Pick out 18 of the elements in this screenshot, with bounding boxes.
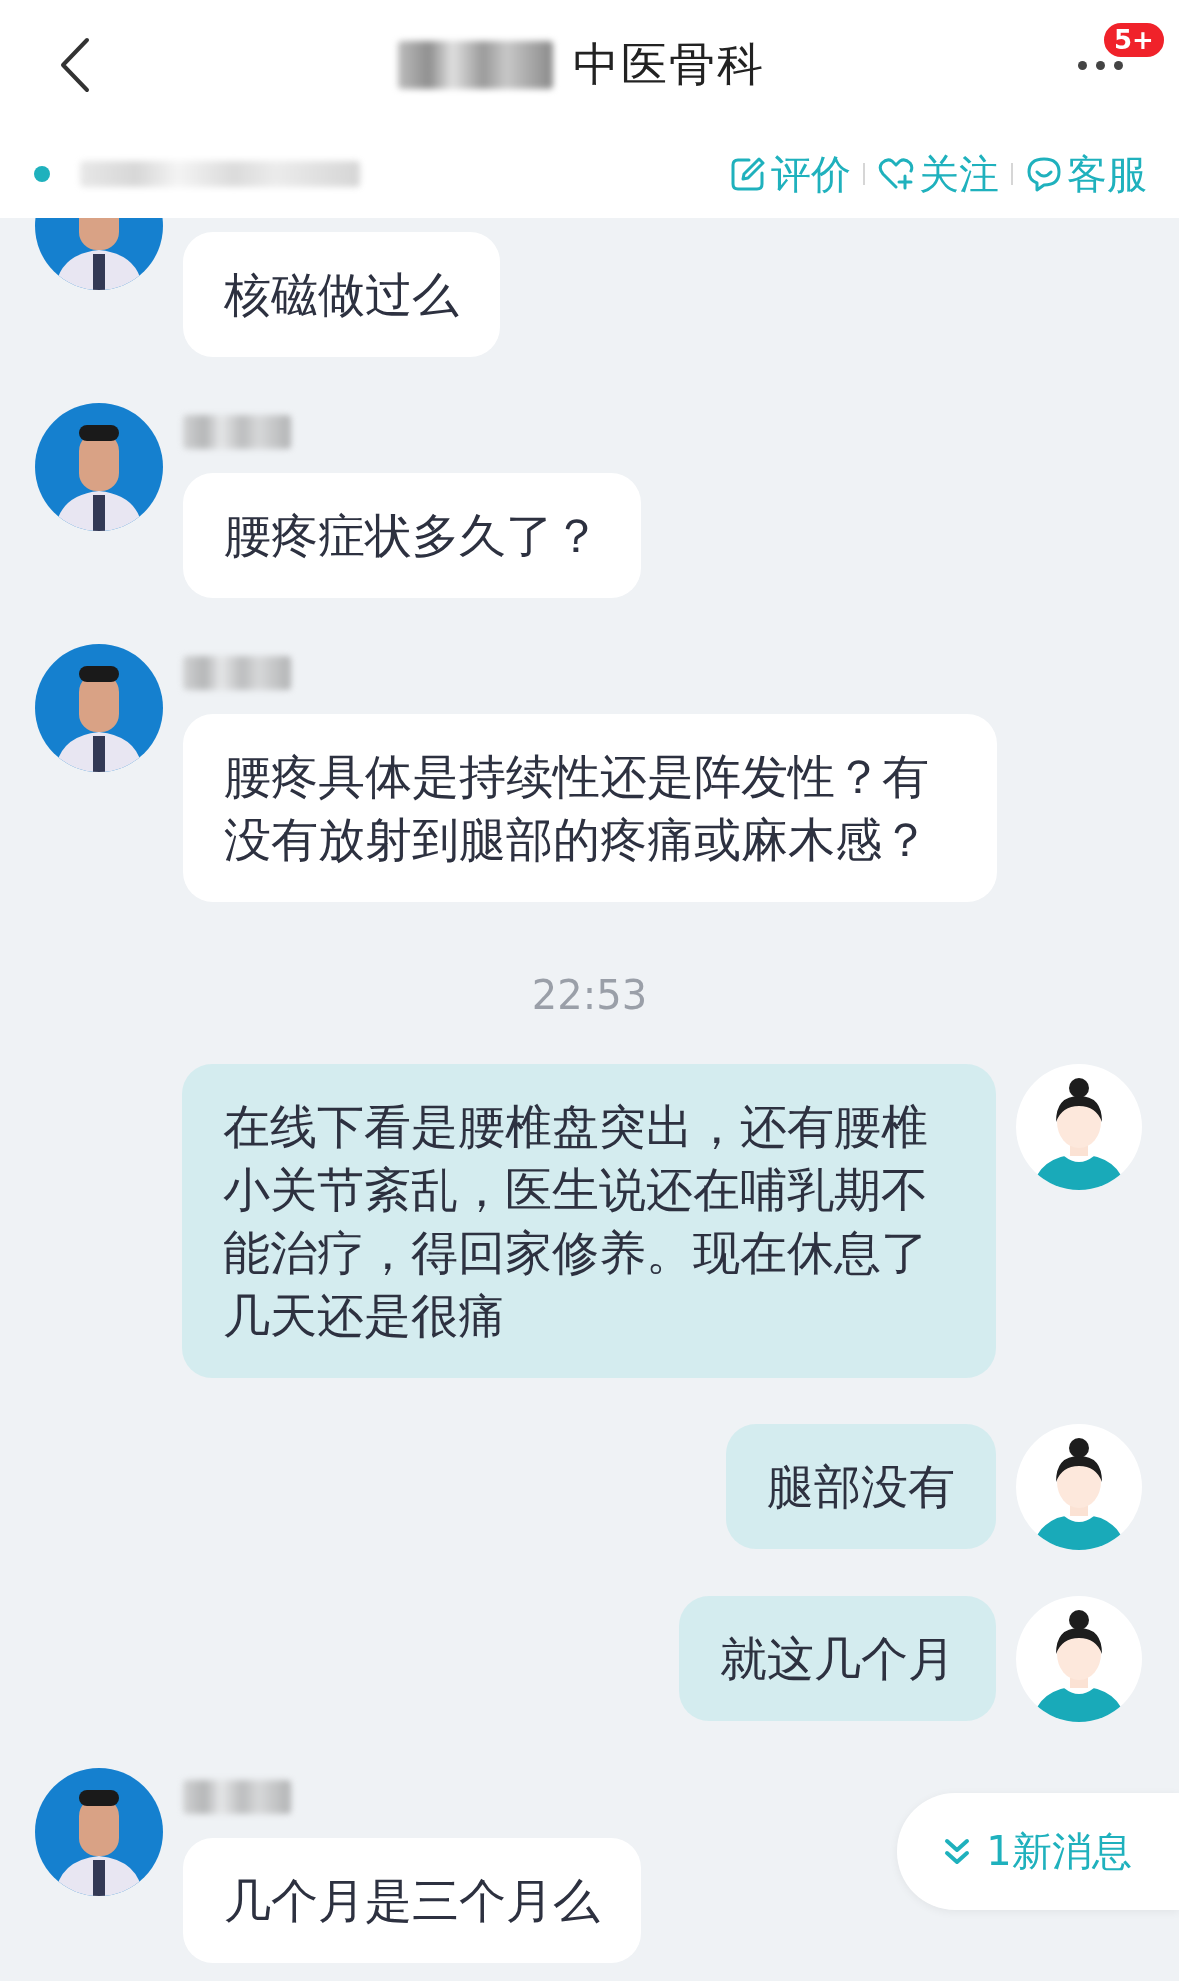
message-bubble: 腰疼症状多久了？ <box>183 473 641 598</box>
action-button[interactable]: 评价 <box>729 146 851 202</box>
edit-icon <box>729 155 767 193</box>
message-bubble: 几个月是三个月么 <box>183 1838 641 1963</box>
message-bubble: 腰疼具体是持续性还是阵发性？有没有放射到腿部的疼痛或麻木感？ <box>183 714 997 902</box>
action-button[interactable]: 客服 <box>1025 146 1147 202</box>
chevrons-down-icon <box>944 1837 971 1866</box>
message-bubble: 就这几个月 <box>679 1596 996 1721</box>
message-bubble: 在线下看是腰椎盘突出，还有腰椎小关节紊乱，医生说还在哺乳期不能治疗，得回家修养。现在休息了几天还是很痛 <box>182 1064 996 1378</box>
notification-badge: 5+ <box>1102 20 1166 59</box>
window-title: 中医骨科 <box>572 36 765 93</box>
smile-chat-icon <box>1025 155 1063 193</box>
message-bubble: 腿部没有 <box>726 1424 996 1549</box>
message-bubble: 核磁做过么 <box>183 232 500 357</box>
back-icon[interactable] <box>60 37 90 93</box>
timestamp: 22:53 <box>531 972 648 1018</box>
new-messages-button[interactable]: 1新消息 <box>897 1793 1179 1910</box>
action-button[interactable]: 关注 <box>877 146 999 202</box>
